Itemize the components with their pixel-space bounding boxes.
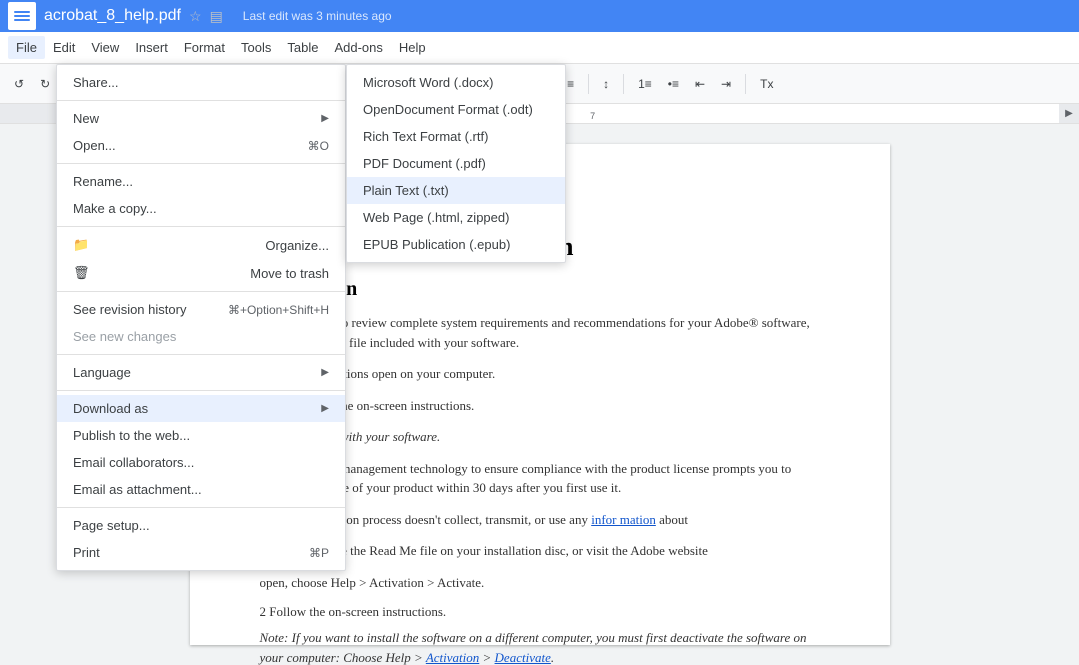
download-txt[interactable]: Plain Text (.txt) (347, 177, 565, 204)
download-rtf[interactable]: Rich Text Format (.rtf) (347, 123, 565, 150)
info-link[interactable]: infor mation (591, 512, 656, 527)
file-revision-history[interactable]: See revision history ⌘+Option+Shift+H (57, 296, 345, 323)
menu-file[interactable]: File (8, 36, 45, 59)
file-open[interactable]: Open... ⌘O (57, 132, 345, 159)
file-move-trash[interactable]: 🗑 Move to trash (57, 259, 345, 287)
numbered-list-button[interactable]: 1≡ (632, 73, 658, 95)
doc-note: Note: If you want to install the softwar… (260, 628, 820, 665)
divider3 (57, 226, 345, 227)
last-edit-label: Last edit was 3 minutes ago (243, 9, 392, 23)
sep8 (745, 74, 746, 94)
file-email-collab[interactable]: Email collaborators... (57, 449, 345, 476)
divider1 (57, 100, 345, 101)
download-docx[interactable]: Microsoft Word (.docx) (347, 69, 565, 96)
file-publish[interactable]: Publish to the web... (57, 422, 345, 449)
doc-step2: 2 Follow the on-screen instructions. (260, 604, 820, 620)
increase-indent-button[interactable]: ⇥ (715, 73, 737, 95)
arrow-icon2: ▶ (321, 367, 329, 378)
file-rename[interactable]: Rename... (57, 168, 345, 195)
menu-bar: File Edit View Insert Format Tools Table… (0, 32, 1079, 64)
menu-view[interactable]: View (83, 36, 127, 59)
top-bar: acrobat_8_help.pdf ☆ ▤ Last edit was 3 m… (0, 0, 1079, 32)
activation-link[interactable]: Activation (426, 650, 479, 665)
divider2 (57, 163, 345, 164)
docs-logo (8, 2, 36, 30)
file-share[interactable]: Share... (57, 69, 345, 96)
download-odt[interactable]: OpenDocument Format (.odt) (347, 96, 565, 123)
doc-title-area: acrobat_8_help.pdf ☆ ▤ (44, 7, 223, 25)
menu-table[interactable]: Table (279, 36, 326, 59)
file-organize[interactable]: 📁 Organize... (57, 231, 345, 259)
download-submenu: Microsoft Word (.docx) OpenDocument Form… (346, 64, 566, 263)
file-make-copy[interactable]: Make a copy... (57, 195, 345, 222)
menu-insert[interactable]: Insert (127, 36, 176, 59)
redo-button[interactable]: ↻ (34, 73, 56, 95)
doc-title: acrobat_8_help.pdf (44, 7, 181, 25)
sep6 (588, 74, 589, 94)
trash-icon: 🗑 (73, 265, 93, 281)
menu-edit[interactable]: Edit (45, 36, 83, 59)
menu-addons[interactable]: Add-ons (326, 36, 390, 59)
doc-para8: open, choose Help > Activation > Activat… (260, 573, 820, 593)
menu-format[interactable]: Format (176, 36, 233, 59)
download-html[interactable]: Web Page (.html, zipped) (347, 204, 565, 231)
folder-icon: 📁 (73, 237, 93, 253)
file-menu: Share... New ▶ Open... ⌘O Rename... Make… (56, 64, 346, 571)
arrow-icon: ▶ (321, 113, 329, 124)
bullet-list-button[interactable]: •≡ (662, 73, 685, 95)
sep7 (623, 74, 624, 94)
divider5 (57, 354, 345, 355)
file-email-attach[interactable]: Email as attachment... (57, 476, 345, 503)
folder-icon[interactable]: ▤ (210, 8, 223, 25)
menu-tools[interactable]: Tools (233, 36, 279, 59)
download-pdf[interactable]: PDF Document (.pdf) (347, 150, 565, 177)
divider6 (57, 390, 345, 391)
menu-help[interactable]: Help (391, 36, 434, 59)
download-epub[interactable]: EPUB Publication (.epub) (347, 231, 565, 258)
line-spacing-button[interactable]: ↕ (597, 73, 615, 95)
file-print[interactable]: Print ⌘P (57, 539, 345, 566)
star-icon[interactable]: ☆ (189, 8, 202, 25)
decrease-indent-button[interactable]: ⇤ (689, 73, 711, 95)
clear-format-button[interactable]: Tx (754, 73, 779, 95)
file-language[interactable]: Language ▶ (57, 359, 345, 386)
divider4 (57, 291, 345, 292)
divider7 (57, 507, 345, 508)
deactivate-link[interactable]: Deactivate (495, 650, 551, 665)
undo-button[interactable]: ↺ (8, 73, 30, 95)
file-page-setup[interactable]: Page setup... (57, 512, 345, 539)
arrow-icon3: ▶ (321, 403, 329, 414)
file-download[interactable]: Download as ▶ (57, 395, 345, 422)
file-new[interactable]: New ▶ (57, 105, 345, 132)
file-new-changes: See new changes (57, 323, 345, 350)
